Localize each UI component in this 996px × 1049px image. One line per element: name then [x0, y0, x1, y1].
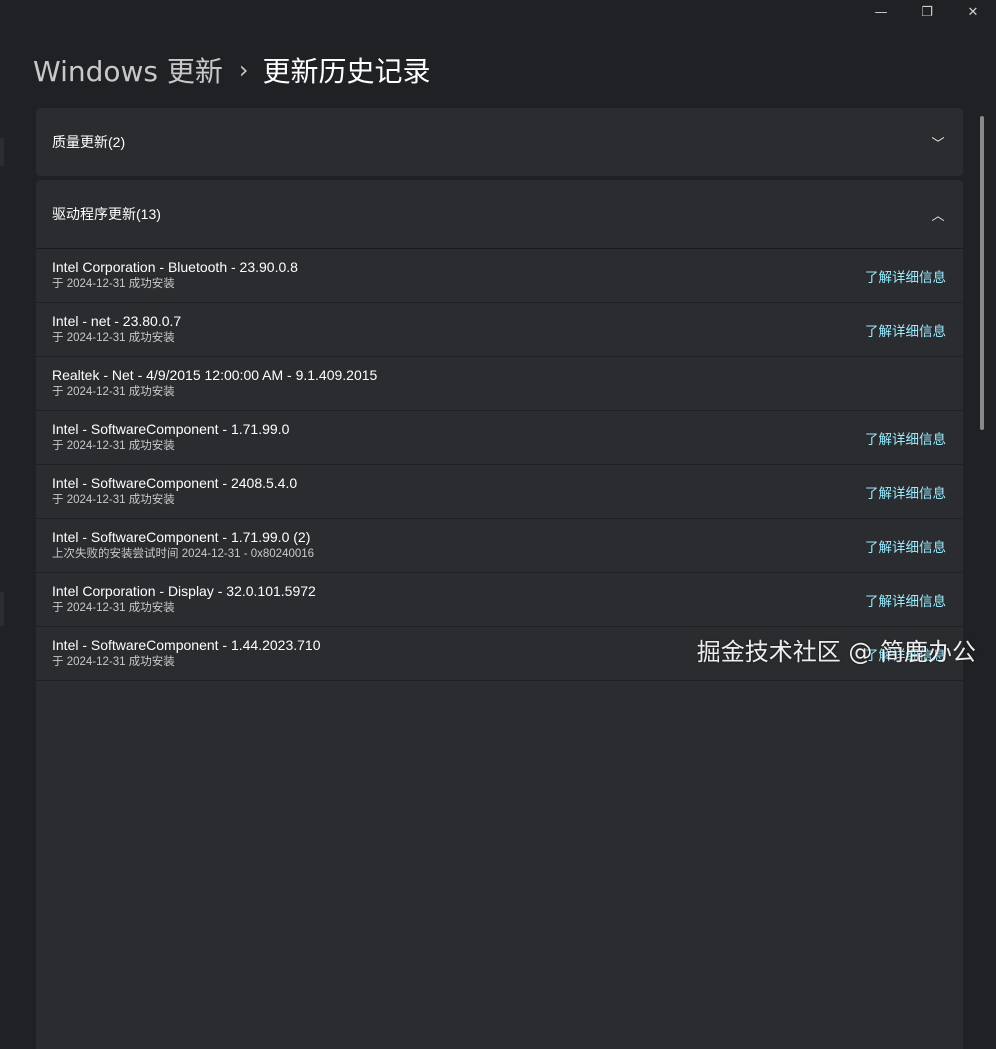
- update-text: Intel - SoftwareComponent - 1.71.99.0 于 2…: [52, 421, 289, 454]
- learn-more-link[interactable]: 了解详细信息: [865, 320, 946, 340]
- nav-pane-edge: [0, 138, 4, 166]
- list-item: Intel - SoftwareComponent - 1.71.99.0 (2…: [36, 519, 963, 573]
- update-text: Intel - SoftwareComponent - 1.44.2023.71…: [52, 637, 321, 670]
- list-item: Realtek - Net - 4/9/2015 12:00:00 AM - 9…: [36, 357, 963, 411]
- update-text: Intel - SoftwareComponent - 1.71.99.0 (2…: [52, 529, 314, 562]
- update-status: 于 2024-12-31 成功安装: [52, 656, 175, 668]
- update-title: Intel - SoftwareComponent - 1.44.2023.71…: [52, 637, 321, 653]
- update-text: Intel Corporation - Display - 32.0.101.5…: [52, 583, 316, 616]
- learn-more-link[interactable]: 了解详细信息: [865, 482, 946, 502]
- update-title: Intel Corporation - Bluetooth - 23.90.0.…: [52, 259, 298, 275]
- update-title: Intel - SoftwareComponent - 2408.5.4.0: [52, 475, 298, 491]
- window-controls: — ❐ ✕: [858, 0, 996, 24]
- update-text: Realtek - Net - 4/9/2015 12:00:00 AM - 9…: [52, 367, 377, 400]
- watermark: 掘金技术社区 @ 简鹿办公: [696, 638, 976, 666]
- scrollbar-thumb[interactable]: [980, 116, 984, 430]
- update-status: 于 2024-12-31 成功安装: [52, 494, 175, 506]
- list-item: Intel - SoftwareComponent - 2408.5.4.0 于 …: [36, 465, 963, 519]
- chevron-down-icon: ﹀: [931, 136, 945, 152]
- learn-more-link[interactable]: 了解详细信息: [865, 536, 946, 556]
- nav-pane-edge-lower: [0, 592, 4, 626]
- minimize-button[interactable]: —: [858, 0, 904, 24]
- page-title: 更新历史记录: [262, 55, 431, 88]
- quality-updates-label: 质量更新(2): [52, 134, 126, 150]
- chevron-up-icon: ︿: [931, 208, 945, 224]
- list-item: Intel - net - 23.80.0.7 于 2024-12-31 成功安装…: [36, 303, 963, 357]
- quality-updates-header[interactable]: 质量更新(2) ﹀: [36, 108, 963, 176]
- update-title: Intel Corporation - Display - 32.0.101.5…: [52, 583, 316, 599]
- breadcrumb-separator-icon: ›: [238, 56, 249, 84]
- learn-more-link[interactable]: 了解详细信息: [865, 590, 946, 610]
- update-text: Intel Corporation - Bluetooth - 23.90.0.…: [52, 259, 298, 292]
- driver-updates-header[interactable]: 驱动程序更新(13) ︿: [36, 180, 963, 248]
- update-title: Intel - net - 23.80.0.7: [52, 313, 182, 329]
- breadcrumb: Windows 更新 › 更新历史记录: [33, 50, 431, 90]
- restore-button[interactable]: ❐: [904, 0, 950, 24]
- breadcrumb-parent[interactable]: Windows 更新: [33, 50, 223, 90]
- list-item: Intel Corporation - Bluetooth - 23.90.0.…: [36, 249, 963, 303]
- update-history-content: 质量更新(2) ﹀ 驱动程序更新(13) ︿ Intel Corporation…: [36, 108, 963, 1049]
- learn-more-link[interactable]: 了解详细信息: [865, 266, 946, 286]
- update-text: Intel - SoftwareComponent - 2408.5.4.0 于 …: [52, 475, 297, 508]
- update-status: 于 2024-12-31 成功安装: [52, 440, 175, 452]
- update-title: Intel - SoftwareComponent - 1.71.99.0: [52, 421, 290, 437]
- learn-more-link[interactable]: 了解详细信息: [865, 428, 946, 448]
- close-button[interactable]: ✕: [950, 0, 996, 24]
- update-text: Intel - net - 23.80.0.7 于 2024-12-31 成功安装: [52, 313, 181, 346]
- list-item: Intel Corporation - Display - 32.0.101.5…: [36, 573, 963, 627]
- update-title: Realtek - Net - 4/9/2015 12:00:00 AM - 9…: [52, 367, 378, 383]
- list-item: Intel - SoftwareComponent - 1.71.99.0 于 2…: [36, 411, 963, 465]
- update-status: 于 2024-12-31 成功安装: [52, 332, 175, 344]
- update-status: 于 2024-12-31 成功安装: [52, 602, 175, 614]
- update-status: 上次失败的安装尝试时间 2024-12-31 - 0x80240016: [52, 548, 315, 560]
- update-title: Intel - SoftwareComponent - 1.71.99.0 (2…: [52, 529, 311, 545]
- update-status: 于 2024-12-31 成功安装: [52, 278, 175, 290]
- driver-updates-label: 驱动程序更新(13): [52, 206, 161, 222]
- update-status: 于 2024-12-31 成功安装: [52, 386, 175, 398]
